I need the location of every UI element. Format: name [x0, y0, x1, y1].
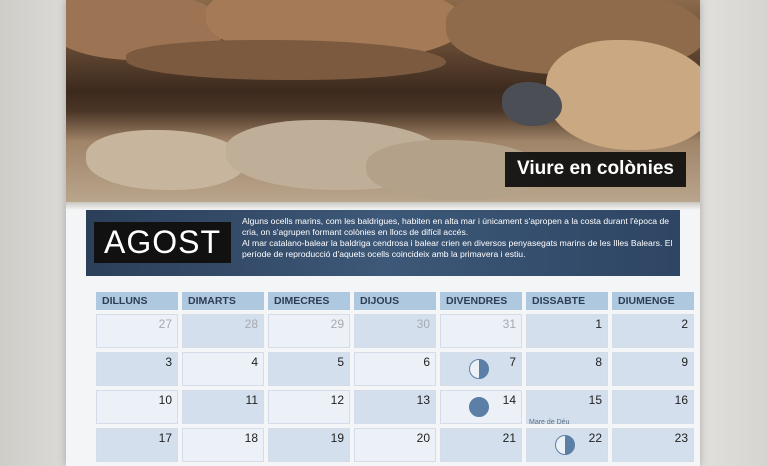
- day-cell[interactable]: 6: [354, 352, 436, 386]
- day-cell[interactable]: 3: [96, 352, 178, 386]
- day-cell[interactable]: 16: [612, 390, 694, 424]
- weekday-header: DIJOUS: [354, 292, 436, 310]
- day-number: 16: [674, 393, 688, 407]
- day-number: 18: [244, 431, 258, 445]
- weekday-header: DIUMENGE: [612, 292, 694, 310]
- day-number: 5: [337, 355, 344, 369]
- day-number: 1: [595, 317, 602, 331]
- weekday-header: DIMECRES: [268, 292, 350, 310]
- day-number: 15: [588, 393, 602, 407]
- background-right: [698, 0, 768, 466]
- weekday-header: DIMARTS: [182, 292, 264, 310]
- quarter-moon-icon: [469, 359, 489, 379]
- day-number: 31: [502, 317, 516, 331]
- day-number: 6: [423, 355, 430, 369]
- day-number: 10: [158, 393, 172, 407]
- weekday-header: DIVENDRES: [440, 292, 522, 310]
- day-number: 29: [330, 317, 344, 331]
- day-number: 13: [416, 393, 430, 407]
- day-number: 21: [502, 431, 516, 445]
- day-number: 2: [681, 317, 688, 331]
- month-title: AGOST: [94, 222, 232, 263]
- day-cell[interactable]: 29: [268, 314, 350, 348]
- day-cell[interactable]: 20: [354, 428, 436, 462]
- day-number: 22: [588, 431, 602, 445]
- weekday-header: DISSABTE: [526, 292, 608, 310]
- day-cell[interactable]: 11: [182, 390, 264, 424]
- day-cell[interactable]: 8: [526, 352, 608, 386]
- day-number: 4: [251, 355, 258, 369]
- day-cell[interactable]: 27: [96, 314, 178, 348]
- description-paragraph: Al mar catalano-balear la baldriga cendr…: [242, 238, 673, 259]
- day-cell[interactable]: 7: [440, 352, 522, 386]
- day-number: 27: [158, 317, 172, 331]
- day-number: 7: [509, 355, 516, 369]
- day-cell[interactable]: 21: [440, 428, 522, 462]
- day-number: 19: [330, 431, 344, 445]
- day-number: 12: [330, 393, 344, 407]
- day-number: 20: [416, 431, 430, 445]
- day-cell[interactable]: 17: [96, 428, 178, 462]
- day-number: 11: [245, 393, 258, 407]
- day-number: 8: [595, 355, 602, 369]
- day-cell[interactable]: 23: [612, 428, 694, 462]
- weekday-header: DILLUNS: [96, 292, 178, 310]
- photo-title: Viure en colònies: [505, 152, 686, 187]
- day-number: 3: [165, 355, 172, 369]
- day-cell[interactable]: 12: [268, 390, 350, 424]
- day-cell[interactable]: 2: [612, 314, 694, 348]
- day-number: 28: [244, 317, 258, 331]
- day-cell[interactable]: 18: [182, 428, 264, 462]
- day-cell[interactable]: 31: [440, 314, 522, 348]
- full-moon-icon: [469, 397, 489, 417]
- day-cell[interactable]: 13: [354, 390, 436, 424]
- day-number: 23: [674, 431, 688, 445]
- page-fold: [66, 202, 700, 210]
- day-cell[interactable]: 22: [526, 428, 608, 462]
- day-number: 9: [681, 355, 688, 369]
- month-description: Alguns ocells marins, com les baldrigues…: [242, 216, 674, 260]
- background-left: [0, 0, 66, 466]
- day-cell[interactable]: 30: [354, 314, 436, 348]
- day-cell[interactable]: 1: [526, 314, 608, 348]
- day-cell[interactable]: 5: [268, 352, 350, 386]
- day-cell[interactable]: 15 Mare de Déu: [526, 390, 608, 426]
- day-cell[interactable]: 9: [612, 352, 694, 386]
- day-number: 30: [416, 317, 430, 331]
- day-cell[interactable]: 10: [96, 390, 178, 424]
- day-number: 14: [502, 393, 516, 407]
- day-cell[interactable]: 28: [182, 314, 264, 348]
- day-cell[interactable]: 19: [268, 428, 350, 462]
- holiday-note: Mare de Déu: [529, 419, 570, 426]
- day-cell[interactable]: 4: [182, 352, 264, 386]
- bird-colony-photo: Viure en colònies: [66, 0, 700, 202]
- calendar-page: Viure en colònies AGOST Alguns ocells ma…: [66, 0, 700, 466]
- month-banner: AGOST Alguns ocells marins, com les bald…: [86, 210, 680, 276]
- quarter-moon-icon: [555, 435, 575, 455]
- description-paragraph: Alguns ocells marins, com les baldrigues…: [242, 216, 670, 237]
- day-cell[interactable]: 14: [440, 390, 522, 424]
- day-number: 17: [158, 431, 172, 445]
